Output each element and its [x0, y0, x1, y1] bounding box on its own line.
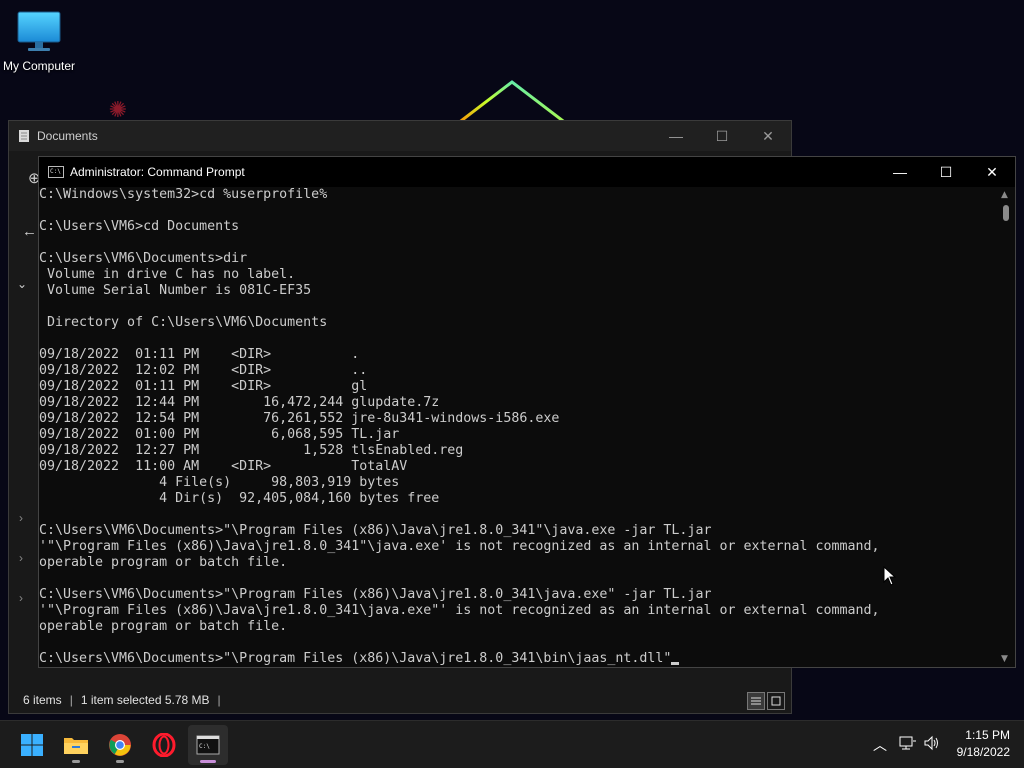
- chevron-right-icon[interactable]: ›: [19, 511, 23, 525]
- console-line: C:\Users\VM6\Documents>dir: [39, 251, 248, 266]
- explorer-title: Documents: [37, 129, 98, 143]
- cmd-title: Administrator: Command Prompt: [70, 165, 245, 179]
- running-indicator: [116, 760, 124, 763]
- wallpaper-triangle: [455, 80, 571, 124]
- command-prompt-window[interactable]: C:\ Administrator: Command Prompt — ☐ ✕ …: [38, 156, 1016, 668]
- terminal-icon: C:\: [196, 735, 220, 755]
- chrome-icon: [109, 734, 131, 756]
- explorer-titlebar[interactable]: Documents — ☐ ✕: [9, 121, 791, 151]
- status-separator: |: [217, 693, 221, 707]
- console-line: C:\Users\VM6\Documents>"\Program Files (…: [39, 651, 997, 667]
- back-arrow-icon[interactable]: ←: [22, 223, 37, 240]
- console-line: 09/18/2022 11:00 AM <DIR> TotalAV: [39, 459, 408, 474]
- console-line: 09/18/2022 01:11 PM <DIR> .: [39, 347, 360, 362]
- console-line: 09/18/2022 12:02 PM <DIR> ..: [39, 363, 368, 378]
- taskbar-command-prompt[interactable]: C:\: [188, 725, 228, 765]
- console-line: 4 Dir(s) 92,405,084,160 bytes free: [39, 491, 440, 506]
- console-line: '"\Program Files (x86)\Java\jre1.8.0_341…: [39, 603, 880, 618]
- taskbar-file-explorer[interactable]: [56, 725, 96, 765]
- close-button[interactable]: ✕: [745, 121, 791, 151]
- chevron-right-icon[interactable]: ›: [19, 591, 23, 605]
- large-icons-view-icon[interactable]: [767, 692, 785, 710]
- console-line: 09/18/2022 01:11 PM <DIR> gl: [39, 379, 368, 394]
- volume-icon[interactable]: [923, 735, 941, 755]
- desktop-icon-my-computer[interactable]: My Computer: [0, 8, 78, 73]
- mouse-pointer-icon: [883, 566, 897, 586]
- taskbar-opera[interactable]: [144, 725, 184, 765]
- console-line: operable program or batch file.: [39, 619, 288, 634]
- explorer-statusbar: 6 items | 1 item selected 5.78 MB |: [9, 687, 791, 713]
- monitor-icon: [16, 8, 62, 58]
- console-line: C:\Windows\system32>cd %userprofile%: [39, 187, 328, 202]
- console-line: 09/18/2022 12:54 PM 76,261,552 jre-8u341…: [39, 411, 560, 426]
- cmd-titlebar[interactable]: C:\ Administrator: Command Prompt — ☐ ✕: [39, 157, 1015, 187]
- chevron-up-icon[interactable]: ︿: [873, 735, 887, 755]
- running-indicator: [72, 760, 80, 763]
- folder-icon: [64, 738, 88, 754]
- details-view-icon[interactable]: [747, 692, 765, 710]
- item-count: 6 items: [23, 693, 62, 707]
- active-indicator: [200, 760, 216, 763]
- console-line: C:\Users\VM6>cd Documents: [39, 219, 240, 234]
- console-output[interactable]: C:\Windows\system32>cd %userprofile% C:\U…: [39, 187, 997, 667]
- console-line: operable program or batch file.: [39, 555, 288, 570]
- document-icon: [19, 130, 29, 142]
- desktop-icon-label: My Computer: [2, 59, 76, 73]
- taskbar: C:\ ︿ 1:15 PM 9/18/2022: [0, 720, 1024, 768]
- svg-text:C:\: C:\: [199, 743, 210, 750]
- network-icon[interactable]: [899, 735, 917, 755]
- scrollbar-thumb[interactable]: [1003, 205, 1009, 221]
- console-line: Directory of C:\Users\VM6\Documents: [39, 315, 328, 330]
- taskbar-chrome[interactable]: [100, 725, 140, 765]
- taskbar-clock[interactable]: 1:15 PM 9/18/2022: [957, 727, 1010, 761]
- clock-time: 1:15 PM: [965, 728, 1010, 742]
- console-line: C:\Users\VM6\Documents>"\Program Files (…: [39, 587, 712, 602]
- minimize-button[interactable]: —: [877, 157, 923, 187]
- close-button[interactable]: ✕: [969, 157, 1015, 187]
- console-line: Volume in drive C has no label.: [39, 267, 296, 282]
- clock-date: 9/18/2022: [956, 745, 1010, 759]
- terminal-icon: C:\: [48, 166, 64, 178]
- maximize-button[interactable]: ☐: [699, 121, 745, 151]
- text-cursor: [671, 662, 680, 665]
- scroll-up-icon[interactable]: ▲: [1001, 190, 1008, 200]
- console-line: Volume Serial Number is 081C-EF35: [39, 283, 312, 298]
- selection-info: 1 item selected 5.78 MB: [80, 693, 210, 707]
- status-separator: |: [69, 693, 73, 707]
- windows-start-icon: [21, 734, 43, 756]
- console-line: 4 File(s) 98,803,919 bytes: [39, 475, 400, 490]
- minimize-button[interactable]: —: [653, 121, 699, 151]
- vertical-scrollbar[interactable]: ▲ ▼: [997, 187, 1015, 667]
- console-line: 09/18/2022 01:00 PM 6,068,595 TL.jar: [39, 427, 400, 442]
- maximize-button[interactable]: ☐: [923, 157, 969, 187]
- console-line: 09/18/2022 12:44 PM 16,472,244 glupdate.…: [39, 395, 440, 410]
- start-button[interactable]: [12, 725, 52, 765]
- opera-icon: [152, 733, 176, 757]
- scroll-down-icon[interactable]: ▼: [1001, 654, 1008, 664]
- chevron-right-icon[interactable]: ›: [19, 551, 23, 565]
- console-line: '"\Program Files (x86)\Java\jre1.8.0_341…: [39, 539, 880, 554]
- console-line: C:\Users\VM6\Documents>"\Program Files (…: [39, 523, 712, 538]
- console-line: 09/18/2022 12:27 PM 1,528 tlsEnabled.reg: [39, 443, 464, 458]
- chevron-down-icon[interactable]: ⌄: [17, 277, 27, 291]
